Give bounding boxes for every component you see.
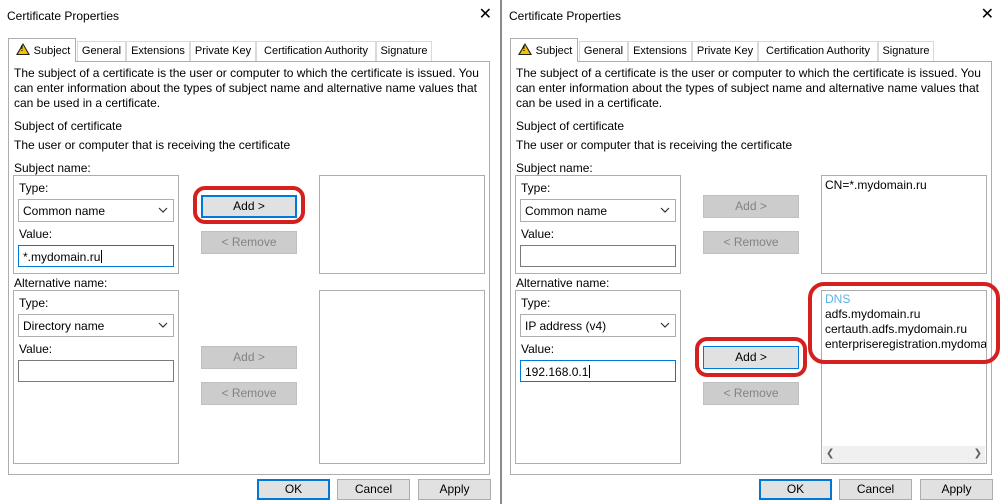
tab-general[interactable]: General bbox=[579, 41, 628, 61]
subject-type-label: Type: bbox=[19, 181, 49, 195]
subject-heading: Subject of certificate bbox=[516, 119, 625, 133]
alt-type-label: Type: bbox=[521, 296, 551, 310]
subject-type-label: Type: bbox=[521, 181, 551, 195]
text-caret bbox=[589, 365, 591, 378]
window-title: Certificate Properties bbox=[7, 9, 120, 23]
list-item[interactable]: CN=*.mydomain.ru bbox=[825, 178, 927, 192]
tab-certification-authority[interactable]: Certification Authority bbox=[758, 41, 878, 61]
tab-extensions[interactable]: Extensions bbox=[628, 41, 692, 61]
subject-add-button[interactable]: Add > bbox=[703, 195, 799, 218]
scroll-right-icon[interactable]: ❯ bbox=[974, 448, 982, 459]
subject-name-label: Subject name: bbox=[516, 161, 593, 175]
certificate-properties-dialog-right: Certificate Properties ✕ Subject General… bbox=[502, 0, 1002, 504]
tab-subject[interactable]: Subject bbox=[510, 38, 578, 62]
tab-signature[interactable]: Signature bbox=[878, 41, 934, 61]
title-bar: Certificate Properties ✕ bbox=[0, 0, 500, 30]
subject-value-input[interactable]: *.mydomain.ru bbox=[18, 245, 174, 267]
subject-remove-button[interactable]: < Remove bbox=[201, 231, 297, 254]
alt-type-value: IP address (v4) bbox=[525, 319, 607, 333]
subject-remove-button[interactable]: < Remove bbox=[703, 231, 799, 254]
list-group-header-dns: DNS bbox=[825, 292, 851, 306]
alt-value-input[interactable] bbox=[18, 360, 174, 382]
alt-type-select[interactable]: IP address (v4) bbox=[520, 314, 676, 337]
chevron-down-icon bbox=[660, 322, 670, 328]
list-item[interactable]: enterpriseregistration.mydoma bbox=[825, 337, 986, 351]
subject-type-select[interactable]: Common name bbox=[520, 199, 676, 222]
tab-private-key[interactable]: Private Key bbox=[692, 41, 758, 61]
warning-icon bbox=[15, 43, 30, 55]
list-item[interactable]: certauth.adfs.mydomain.ru bbox=[825, 322, 967, 336]
text-caret bbox=[101, 250, 103, 263]
description-text: The subject of a certificate is the user… bbox=[14, 66, 479, 110]
subject-add-button[interactable]: Add > bbox=[201, 195, 297, 218]
tab-signature[interactable]: Signature bbox=[376, 41, 432, 61]
alt-names-list[interactable]: DNS adfs.mydomain.ru certauth.adfs.mydom… bbox=[821, 290, 987, 464]
subject-names-list[interactable]: CN=*.mydomain.ru bbox=[821, 175, 987, 274]
subject-type-select[interactable]: Common name bbox=[18, 199, 174, 222]
description-text: The subject of a certificate is the user… bbox=[516, 66, 981, 110]
subject-heading: Subject of certificate bbox=[14, 119, 123, 133]
alt-remove-button[interactable]: < Remove bbox=[201, 382, 297, 405]
cancel-button[interactable]: Cancel bbox=[839, 479, 912, 500]
alt-type-value: Directory name bbox=[23, 319, 105, 333]
ok-button[interactable]: OK bbox=[257, 479, 330, 500]
subject-subheading: The user or computer that is receiving t… bbox=[516, 138, 793, 152]
alt-type-label: Type: bbox=[19, 296, 49, 310]
subject-subheading: The user or computer that is receiving t… bbox=[14, 138, 291, 152]
chevron-down-icon bbox=[158, 322, 168, 328]
certificate-properties-dialog-left: Certificate Properties ✕ Subject General… bbox=[0, 0, 500, 504]
subject-type-value: Common name bbox=[525, 204, 608, 218]
warning-icon bbox=[517, 43, 532, 55]
cancel-button[interactable]: Cancel bbox=[337, 479, 410, 500]
alt-names-list[interactable] bbox=[319, 290, 485, 464]
alt-name-label: Alternative name: bbox=[516, 276, 610, 290]
title-bar: Certificate Properties ✕ bbox=[502, 0, 1002, 30]
alt-name-label: Alternative name: bbox=[14, 276, 108, 290]
scroll-left-icon[interactable]: ❮ bbox=[826, 448, 834, 459]
tab-subject[interactable]: Subject bbox=[8, 38, 76, 62]
alt-add-button[interactable]: Add > bbox=[201, 346, 297, 369]
subject-value-label: Value: bbox=[19, 227, 53, 241]
window-title: Certificate Properties bbox=[509, 9, 622, 23]
chevron-down-icon bbox=[660, 207, 670, 213]
tab-general[interactable]: General bbox=[77, 41, 126, 61]
tab-private-key[interactable]: Private Key bbox=[190, 41, 256, 61]
apply-button[interactable]: Apply bbox=[920, 479, 993, 500]
close-icon[interactable]: ✕ bbox=[479, 5, 492, 25]
subject-name-label: Subject name: bbox=[14, 161, 91, 175]
tab-certification-authority[interactable]: Certification Authority bbox=[256, 41, 376, 61]
alt-value-input[interactable]: 192.168.0.1 bbox=[520, 360, 676, 382]
ok-button[interactable]: OK bbox=[759, 479, 832, 500]
alt-type-select[interactable]: Directory name bbox=[18, 314, 174, 337]
alt-value-label: Value: bbox=[19, 342, 53, 356]
alt-add-button[interactable]: Add > bbox=[703, 346, 799, 369]
subject-value-input[interactable] bbox=[520, 245, 676, 267]
subject-value-label: Value: bbox=[521, 227, 555, 241]
subject-type-value: Common name bbox=[23, 204, 106, 218]
chevron-down-icon bbox=[158, 207, 168, 213]
alt-remove-button[interactable]: < Remove bbox=[703, 382, 799, 405]
alt-value-label: Value: bbox=[521, 342, 555, 356]
subject-names-list[interactable] bbox=[319, 175, 485, 274]
apply-button[interactable]: Apply bbox=[418, 479, 491, 500]
list-item[interactable]: adfs.mydomain.ru bbox=[825, 307, 920, 321]
close-icon[interactable]: ✕ bbox=[981, 5, 994, 25]
horizontal-scrollbar[interactable]: ❮ ❯ bbox=[823, 446, 985, 463]
tab-extensions[interactable]: Extensions bbox=[126, 41, 190, 61]
